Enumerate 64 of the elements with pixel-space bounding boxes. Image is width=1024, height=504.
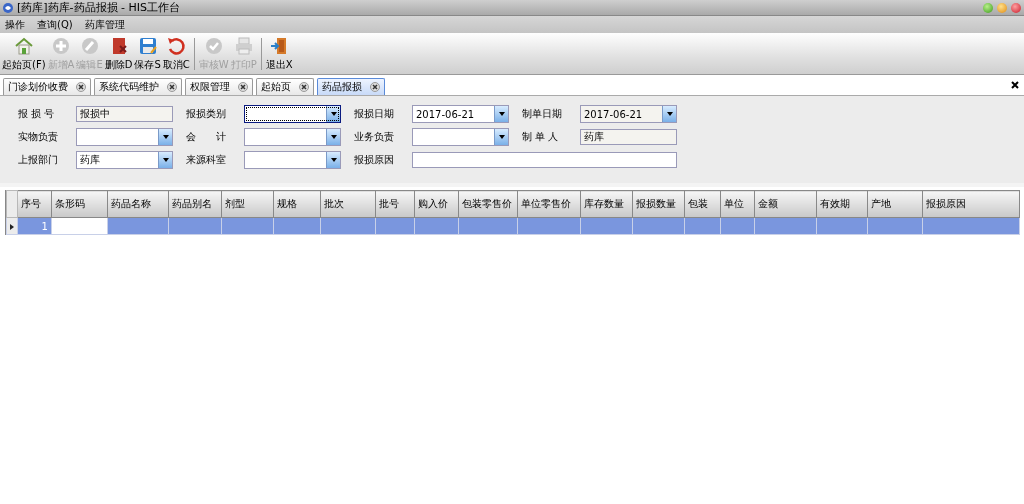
row-pointer-icon (10, 223, 14, 230)
column-header[interactable]: 报损数量 (632, 190, 685, 218)
menu-item[interactable]: 查询(Q) (37, 17, 73, 32)
column-header[interactable]: 剂型 (221, 190, 274, 218)
toolbar-button[interactable]: 取消C (161, 33, 191, 74)
dropdown[interactable]: 2017-06-21 (580, 105, 677, 123)
field-label: 报 损 号 (18, 107, 56, 121)
column-header[interactable]: 药品别名 (168, 190, 222, 218)
plus-icon (50, 35, 72, 57)
column-header[interactable]: 包装 (684, 190, 721, 218)
tab[interactable]: 药品报损 (317, 78, 385, 95)
close-icon[interactable] (167, 82, 177, 92)
column-header[interactable]: 批次 (320, 190, 376, 218)
column-header[interactable]: 报损原因 (922, 190, 1020, 218)
close-icon[interactable] (299, 82, 309, 92)
dropdown[interactable]: 2017-06-21 (412, 105, 509, 123)
undo-icon (165, 35, 188, 57)
field-label: 报损日期 (354, 107, 395, 121)
tab[interactable]: 起始页 (256, 78, 314, 95)
row-indicator[interactable] (6, 217, 18, 235)
row-header (6, 190, 18, 218)
field-label: 来源科室 (186, 153, 227, 167)
app-icon (2, 1, 14, 14)
field-label: 实物负责 (18, 130, 59, 144)
field-label: 报损类别 (186, 107, 227, 121)
field-label: 会 计 (186, 130, 227, 144)
dropdown[interactable] (244, 105, 341, 123)
toolbar-button[interactable]: 起始页(F) (1, 33, 47, 74)
menu-item[interactable]: 操作 (5, 17, 25, 32)
toolbar-button[interactable]: 删除D (103, 33, 134, 74)
close-icon[interactable] (1011, 81, 1019, 89)
input-field[interactable]: 药库 (580, 129, 677, 145)
column-header[interactable]: 金额 (754, 190, 817, 218)
column-header[interactable]: 库存数量 (580, 190, 633, 218)
column-header[interactable]: 序号 (17, 190, 52, 218)
field-label: 上报部门 (18, 153, 59, 167)
close-button[interactable] (1011, 2, 1021, 13)
column-header[interactable]: 条形码 (51, 190, 108, 218)
column-header[interactable]: 单位 (720, 190, 755, 218)
field-label: 制单日期 (522, 107, 563, 121)
tab[interactable]: 权限管理 (185, 78, 253, 95)
column-header[interactable]: 购入价 (414, 190, 459, 218)
tab[interactable]: 系统代码维护 (94, 78, 182, 95)
toolbar-button[interactable]: 退出X (264, 33, 294, 74)
close-icon[interactable] (370, 82, 380, 92)
input-field[interactable]: 报损中 (76, 106, 173, 122)
column-header[interactable]: 产地 (867, 190, 923, 218)
column-header[interactable]: 有效期 (816, 190, 868, 218)
toolbar-button[interactable]: 保存S (133, 33, 162, 74)
column-header[interactable]: 包装零售价 (458, 190, 518, 218)
field-label: 制 单 人 (522, 130, 560, 144)
column-header[interactable]: 药品名称 (107, 190, 169, 218)
close-icon[interactable] (238, 82, 248, 92)
window-title: [药库]药库-药品报损 - HIS工作台 (17, 0, 180, 15)
column-header[interactable]: 批号 (375, 190, 415, 218)
column-header[interactable]: 单位零售价 (517, 190, 581, 218)
tab[interactable]: 门诊划价收费 (3, 78, 91, 95)
menu-item[interactable]: 药库管理 (84, 17, 125, 32)
close-icon[interactable] (76, 82, 86, 92)
field-label: 业务负责 (354, 130, 395, 144)
column-header[interactable]: 规格 (273, 190, 321, 218)
dropdown[interactable]: 药库 (76, 151, 173, 169)
input-field[interactable] (412, 152, 677, 168)
field-label: 报损原因 (354, 153, 395, 167)
